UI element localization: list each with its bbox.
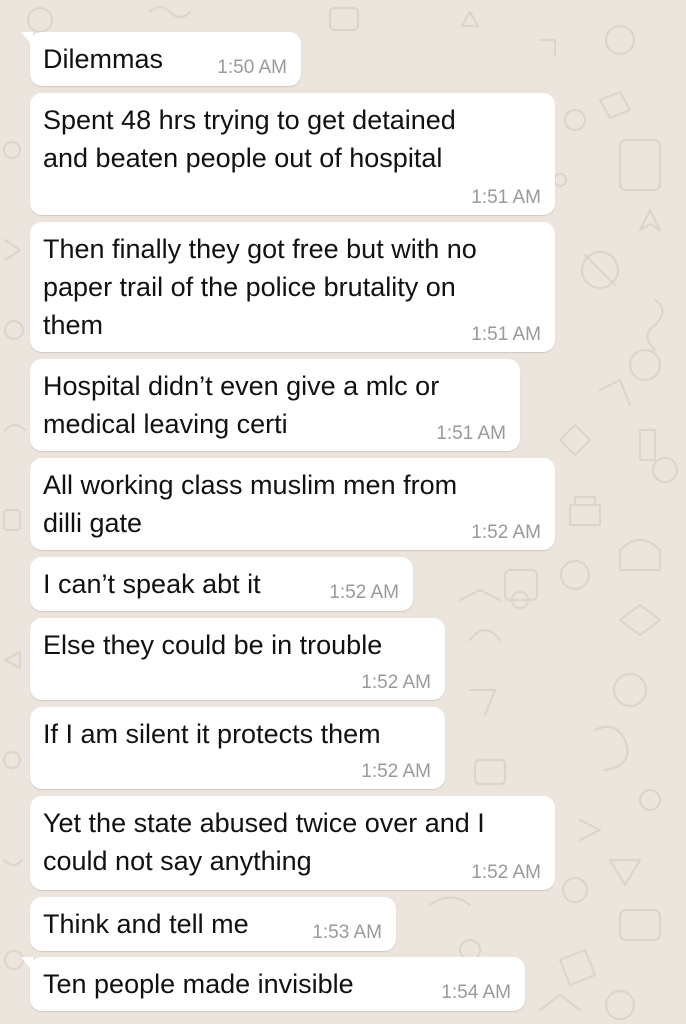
message-text: Then finally they got free but with no p… [43,234,477,340]
message-text: If I am silent it protects them [43,719,381,749]
message-timestamp: 1:51 AM [471,187,541,208]
bubble-tail [21,32,33,46]
message-bubble[interactable]: Else they could be in trouble 1:52 AM [30,618,445,700]
message-timestamp: 1:50 AM [217,57,287,78]
message-timestamp: 1:52 AM [471,862,541,883]
message-timestamp: 1:53 AM [312,922,382,943]
message-bubble[interactable]: Yet the state abused twice over and I co… [30,796,555,890]
message-timestamp: 1:54 AM [441,982,511,1003]
message-text: Yet the state abused twice over and I co… [43,808,485,876]
message-bubble[interactable]: Then finally they got free but with no p… [30,222,555,352]
message-bubble[interactable]: All working class muslim men from dilli … [30,458,555,550]
message-bubble[interactable]: Spent 48 hrs trying to get detained and … [30,93,555,215]
message-text: Else they could be in trouble [43,630,383,660]
message-timestamp: 1:52 AM [361,761,431,782]
chat-thread: Dilemmas 1:50 AM Spent 48 hrs trying to … [0,0,686,1024]
message-bubble[interactable]: Hospital didn’t even give a mlc or medic… [30,359,520,451]
message-bubble[interactable]: If I am silent it protects them 1:52 AM [30,707,445,789]
message-text: Spent 48 hrs trying to get detained and … [43,105,456,173]
message-timestamp: 1:52 AM [471,522,541,543]
message-text: All working class muslim men from dilli … [43,470,458,538]
bubble-tail [21,957,33,971]
message-bubble[interactable]: Dilemmas 1:50 AM [21,32,301,86]
message-timestamp: 1:51 AM [436,423,506,444]
message-bubble[interactable]: Ten people made invisible 1:54 AM [21,957,525,1011]
message-timestamp: 1:51 AM [471,324,541,345]
message-bubble[interactable]: I can’t speak abt it 1:52 AM [30,557,413,611]
message-timestamp: 1:52 AM [329,582,399,603]
message-bubble[interactable]: Think and tell me 1:53 AM [30,897,396,951]
message-timestamp: 1:52 AM [361,672,431,693]
